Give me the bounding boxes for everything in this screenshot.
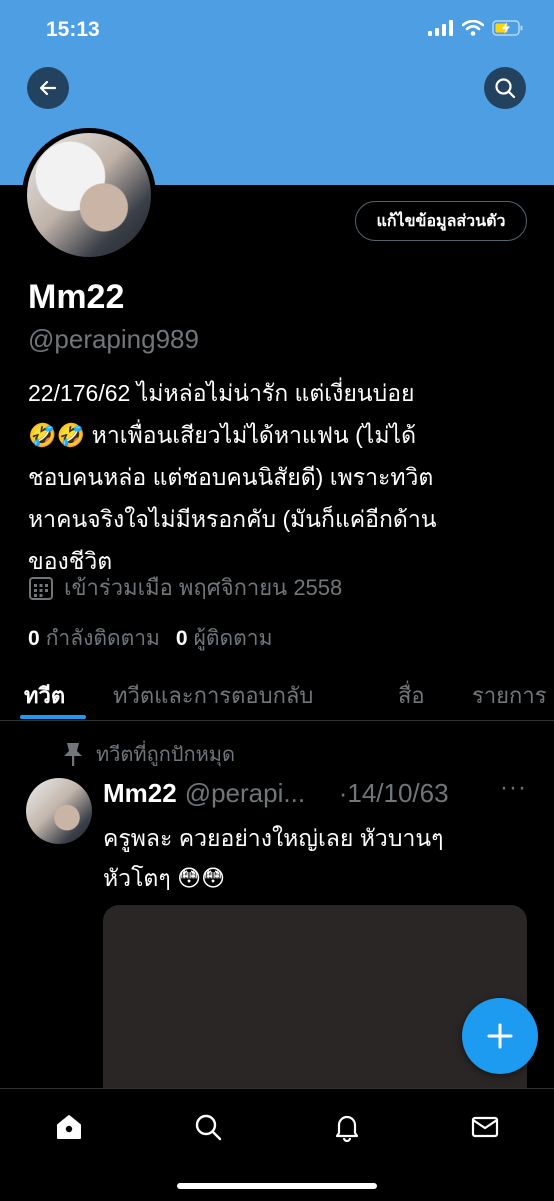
profile-bio: 22/176/62 ไม่หล่อไม่น่ารัก แต่เงี่ยนบ่อย… bbox=[28, 380, 437, 574]
tab-media[interactable]: สื่อ bbox=[398, 678, 425, 713]
search-icon bbox=[495, 78, 516, 99]
more-options-icon[interactable]: ··· bbox=[500, 774, 527, 802]
following-label: กำลังติดตาม bbox=[45, 627, 160, 650]
tab-lists[interactable]: รายการ bbox=[472, 678, 547, 713]
plus-icon bbox=[487, 1023, 513, 1049]
mail-icon bbox=[471, 1116, 499, 1138]
bell-icon bbox=[335, 1115, 359, 1142]
status-bar: 15:13 bbox=[0, 0, 554, 60]
display-name: Mm22 bbox=[28, 278, 125, 316]
home-icon bbox=[57, 1115, 81, 1139]
followers-link[interactable]: 0 ผู้ติดตาม bbox=[176, 622, 273, 655]
follow-stats: 0 กำลังติดตาม 0 ผู้ติดตาม bbox=[28, 622, 272, 655]
search-button[interactable] bbox=[484, 67, 526, 109]
compose-tweet-button[interactable] bbox=[462, 998, 538, 1074]
tweet-author-handle: @perapi... bbox=[184, 778, 306, 808]
joined-text: เข้าร่วมเมือ พฤศจิกายน 2558 bbox=[64, 575, 343, 600]
profile-avatar[interactable] bbox=[22, 128, 156, 262]
tweet-author-name[interactable]: Mm22 bbox=[103, 778, 177, 809]
tweet-avatar[interactable] bbox=[26, 778, 92, 844]
tab-tweets[interactable]: ทวีต bbox=[24, 678, 65, 713]
arrow-left-icon bbox=[39, 80, 57, 96]
search-icon bbox=[195, 1114, 222, 1141]
home-indicator bbox=[177, 1183, 377, 1189]
nav-notifications[interactable] bbox=[327, 1107, 367, 1147]
status-icons bbox=[428, 20, 524, 36]
followers-count: 0 bbox=[175, 627, 188, 650]
following-link[interactable]: 0 กำลังติดตาม bbox=[28, 622, 160, 655]
following-count: 0 bbox=[28, 627, 40, 650]
status-time: 15:13 bbox=[46, 18, 100, 41]
wifi-icon bbox=[462, 20, 484, 36]
calendar-icon bbox=[29, 576, 53, 600]
active-tab-indicator bbox=[20, 715, 86, 719]
nav-home[interactable] bbox=[49, 1107, 89, 1147]
tweet-date[interactable]: ·14/10/63 bbox=[339, 778, 449, 809]
battery-icon bbox=[492, 20, 523, 36]
user-handle: @peraping989 bbox=[28, 324, 199, 354]
pin-icon bbox=[64, 743, 82, 766]
signal-icon bbox=[428, 20, 453, 36]
tab-tweets-replies[interactable]: ทวีตและการตอบกลับ bbox=[113, 678, 313, 713]
followers-label: ผู้ติดตาม bbox=[193, 627, 273, 650]
edit-profile-button[interactable]: แก้ไขข้อมูลส่วนตัว bbox=[355, 201, 527, 241]
back-button[interactable] bbox=[27, 67, 69, 109]
pinned-indicator: ทวีตที่ถูกปักหมุด bbox=[62, 738, 235, 770]
tweet-text: ครูพละ ควยอย่างใหญ่เลย หัวบานๆ หัวโตๆ 😳😳 bbox=[103, 825, 444, 891]
pinned-label: ทวีตที่ถูกปักหมุด bbox=[96, 744, 235, 766]
joined-date: เข้าร่วมเมือ พฤศจิกายน 2558 bbox=[28, 570, 342, 605]
tweet-header: Mm22 @perapi... ·14/10/63 ··· bbox=[103, 774, 533, 809]
profile-tabs: ทวีต ทวีตและการตอบกลับ สื่อ รายการ bbox=[0, 664, 554, 721]
tweet-media[interactable] bbox=[103, 905, 527, 1105]
nav-search[interactable] bbox=[188, 1107, 228, 1147]
nav-messages[interactable] bbox=[465, 1107, 505, 1147]
